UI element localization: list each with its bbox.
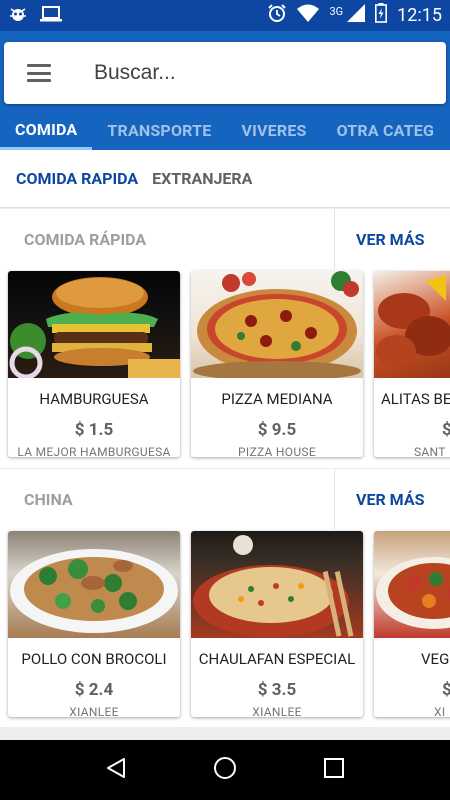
product-price: $ [442, 420, 450, 440]
laptop-icon [40, 5, 62, 27]
system-navigation-bar [0, 740, 450, 800]
product-store: XIANLEE [252, 705, 302, 717]
product-image [191, 271, 363, 378]
status-bar: 3G 12:15 [0, 0, 450, 31]
section-comida-rapida: COMIDA RÁPIDA VER MÁS HAMBURGUESA $ 1.5 … [0, 209, 450, 468]
product-store: PIZZA HOUSE [238, 445, 316, 457]
search-bar[interactable] [4, 42, 446, 104]
category-tabs: COMIDA TRANSPORTE VIVERES OTRA CATEG [0, 111, 450, 150]
subcategory-tabs: COMIDA RAPIDA EXTRANJERA [0, 150, 450, 208]
product-image [374, 531, 450, 638]
product-image [191, 531, 363, 638]
signal-icon [347, 4, 366, 27]
recents-button[interactable] [314, 750, 354, 790]
product-card[interactable]: PIZZA MEDIANA $ 9.5 PIZZA HOUSE [191, 271, 363, 457]
product-card[interactable]: HAMBURGUESA $ 1.5 LA MEJOR HAMBURGUESA [8, 271, 180, 457]
tab-comida[interactable]: COMIDA [0, 111, 93, 150]
recents-square-icon [323, 757, 345, 783]
product-price: $ [442, 680, 450, 700]
product-name: CHAULAFAN ESPECIAL [198, 650, 356, 668]
tab-transporte[interactable]: TRANSPORTE [92, 111, 226, 150]
product-name: VEG [421, 650, 450, 668]
product-store: XIANLEE [69, 705, 119, 717]
back-button[interactable] [96, 750, 136, 790]
product-price: $ 1.5 [74, 420, 114, 440]
product-name: HAMBURGUESA [39, 390, 149, 408]
section-china: CHINA VER MÁS POLLO CON BROCOLI $ 2.4 XI… [0, 469, 450, 727]
product-name: ALITAS BE [381, 390, 450, 408]
battery-icon [375, 3, 388, 28]
hamburger-menu-icon[interactable] [27, 64, 51, 82]
wifi-icon [297, 4, 320, 27]
section-title: CHINA [24, 489, 73, 509]
app-bar: COMIDA TRANSPORTE VIVERES OTRA CATEG [0, 31, 450, 150]
product-carousel[interactable]: POLLO CON BROCOLI $ 2.4 XIANLEE CHAULAFA… [0, 529, 450, 729]
clock-time: 12:15 [397, 5, 442, 26]
product-image [8, 531, 180, 638]
product-price: $ 3.5 [257, 680, 297, 700]
product-card[interactable]: VEG $ XI [374, 531, 450, 717]
product-price: $ 2.4 [74, 680, 114, 700]
product-store: LA MEJOR HAMBURGUESA [17, 445, 171, 457]
subtab-extranjera[interactable]: EXTRANJERA [152, 169, 252, 188]
product-name: PIZZA MEDIANA [221, 390, 333, 408]
product-store: XI [434, 705, 446, 717]
product-image [374, 271, 450, 378]
bug-icon [8, 4, 28, 28]
tab-viveres[interactable]: VIVERES [226, 111, 321, 150]
product-carousel[interactable]: HAMBURGUESA $ 1.5 LA MEJOR HAMBURGUESA P… [0, 269, 450, 469]
network-type: 3G [329, 5, 344, 18]
product-image [8, 271, 180, 378]
back-triangle-icon [104, 756, 128, 784]
section-title: COMIDA RÁPIDA [24, 229, 147, 249]
product-card[interactable]: POLLO CON BROCOLI $ 2.4 XIANLEE [8, 531, 180, 717]
subtab-comida-rapida[interactable]: COMIDA RAPIDA [16, 169, 138, 188]
product-card[interactable]: CHAULAFAN ESPECIAL $ 3.5 XIANLEE [191, 531, 363, 717]
product-card[interactable]: ALITAS BE $ SANT [374, 271, 450, 457]
home-circle-icon [212, 755, 238, 785]
search-input[interactable] [94, 61, 414, 85]
product-store: SANT [414, 445, 446, 457]
ver-mas-button[interactable]: VER MÁS [334, 469, 450, 529]
ver-mas-button[interactable]: VER MÁS [334, 209, 450, 269]
product-name: POLLO CON BROCOLI [21, 650, 167, 668]
tab-otra-categoria[interactable]: OTRA CATEG [322, 111, 449, 150]
home-button[interactable] [205, 750, 245, 790]
product-price: $ 9.5 [257, 420, 297, 440]
alarm-icon [267, 3, 287, 28]
